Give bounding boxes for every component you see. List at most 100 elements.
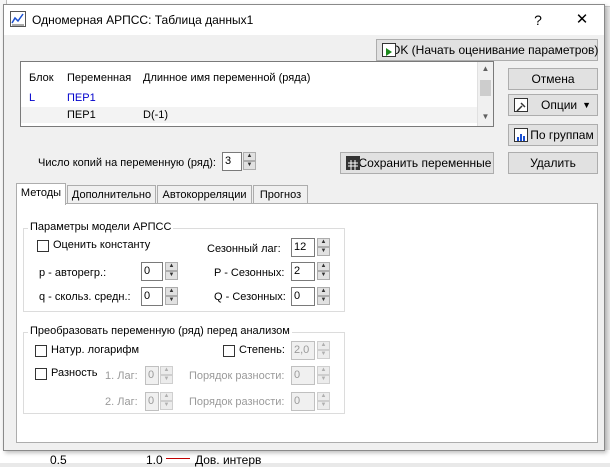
lag1-label: 1. Лаг: bbox=[105, 370, 138, 382]
decrement-icon[interactable]: ▼ bbox=[243, 161, 256, 170]
Q-seasonal-stepper[interactable]: ▲ ▼ bbox=[317, 287, 330, 306]
decrement-icon[interactable]: ▼ bbox=[317, 375, 330, 384]
order2-stepper[interactable]: ▲ ▼ bbox=[317, 392, 330, 411]
chevron-down-icon: ▼ bbox=[582, 100, 591, 110]
P-seasonal-input[interactable]: 2 bbox=[291, 262, 315, 281]
order1-label: Порядок разности: bbox=[189, 370, 285, 382]
p-stepper[interactable]: ▲ ▼ bbox=[165, 262, 178, 281]
title-bar[interactable]: Одномерная АРПСС: Таблица данных1 ? ✕ bbox=[4, 5, 604, 35]
increment-icon[interactable]: ▲ bbox=[317, 287, 330, 296]
q-stepper[interactable]: ▲ ▼ bbox=[165, 287, 178, 306]
lag2-stepper[interactable]: ▲ ▼ bbox=[160, 392, 173, 411]
q-label: q - скольз. средн.: bbox=[39, 291, 131, 303]
ok-button[interactable]: OK (Начать оценивание параметров) bbox=[376, 39, 598, 61]
by-groups-button[interactable]: По группам bbox=[508, 124, 598, 146]
column-header-block: Блок bbox=[29, 72, 54, 84]
lag1-input[interactable]: 0 bbox=[145, 366, 159, 385]
column-header-variable: Переменная bbox=[67, 72, 132, 84]
close-button[interactable]: ✕ bbox=[566, 9, 598, 31]
bg-value-1: 0.5 bbox=[50, 453, 67, 467]
decrement-icon[interactable]: ▼ bbox=[317, 247, 330, 256]
copies-input[interactable]: 3 bbox=[222, 152, 242, 171]
row-long-name: D(-1) bbox=[143, 109, 169, 121]
p-input[interactable]: 0 bbox=[141, 262, 163, 281]
P-seasonal-label: P - Сезонных: bbox=[214, 267, 285, 279]
arima-dialog: Одномерная АРПСС: Таблица данных1 ? ✕ OK… bbox=[3, 4, 605, 451]
Q-seasonal-label: Q - Сезонных: bbox=[214, 291, 286, 303]
bg-value-2: 1.0 bbox=[146, 453, 163, 467]
delete-button[interactable]: Удалить bbox=[508, 152, 598, 174]
power-stepper[interactable]: ▲ ▼ bbox=[317, 341, 330, 360]
row-block: L bbox=[29, 92, 36, 104]
row-variable: ПЕР1 bbox=[67, 92, 96, 104]
power-checkbox[interactable] bbox=[223, 345, 235, 357]
increment-icon[interactable]: ▲ bbox=[160, 392, 173, 401]
copies-stepper[interactable]: ▲ ▼ bbox=[243, 152, 256, 171]
scroll-thumb[interactable] bbox=[480, 80, 491, 96]
help-button[interactable]: ? bbox=[522, 9, 554, 31]
increment-icon[interactable]: ▲ bbox=[317, 262, 330, 271]
list-row[interactable]: ПЕР1 D(-1) bbox=[21, 107, 479, 123]
seasonal-lag-stepper[interactable]: ▲ ▼ bbox=[317, 238, 330, 257]
seasonal-lag-input[interactable]: 12 bbox=[291, 238, 315, 257]
decrement-icon[interactable]: ▼ bbox=[317, 271, 330, 280]
order1-stepper[interactable]: ▲ ▼ bbox=[317, 366, 330, 385]
estimate-constant-checkbox[interactable] bbox=[37, 240, 49, 252]
bg-value-3: Дов. интерв bbox=[195, 453, 262, 467]
list-row[interactable]: L ПЕР1 bbox=[21, 90, 479, 105]
natural-log-checkbox[interactable] bbox=[35, 345, 47, 357]
increment-icon[interactable]: ▲ bbox=[317, 341, 330, 350]
increment-icon[interactable]: ▲ bbox=[165, 287, 178, 296]
tab-forecast[interactable]: Прогноз bbox=[253, 185, 308, 204]
table-icon bbox=[346, 156, 360, 170]
methods-panel: Параметры модели АРПСС Оценить константу… bbox=[16, 203, 598, 443]
tab-methods[interactable]: Методы bbox=[16, 183, 66, 205]
p-label: p - авторегр.: bbox=[39, 267, 107, 279]
window-title: Одномерная АРПСС: Таблица данных1 bbox=[32, 13, 254, 27]
variables-list[interactable]: Блок Переменная Длинное имя переменной (… bbox=[20, 61, 494, 127]
cancel-button[interactable]: Отмена bbox=[508, 68, 598, 90]
lag2-input[interactable]: 0 bbox=[145, 392, 159, 411]
decrement-icon[interactable]: ▼ bbox=[165, 271, 178, 280]
save-variables-button[interactable]: Сохранить переменные bbox=[340, 152, 494, 174]
difference-label: Разность bbox=[51, 367, 98, 379]
Q-seasonal-input[interactable]: 0 bbox=[291, 287, 315, 306]
decrement-icon[interactable]: ▼ bbox=[317, 401, 330, 410]
decrement-icon[interactable]: ▼ bbox=[165, 296, 178, 305]
power-input[interactable]: 2,0 bbox=[291, 341, 315, 360]
P-seasonal-stepper[interactable]: ▲ ▼ bbox=[317, 262, 330, 281]
order2-input[interactable]: 0 bbox=[291, 392, 315, 411]
order1-input[interactable]: 0 bbox=[291, 366, 315, 385]
increment-icon[interactable]: ▲ bbox=[160, 366, 173, 375]
scroll-down-icon[interactable]: ▼ bbox=[480, 112, 491, 121]
list-scrollbar[interactable]: ▲ ▼ bbox=[477, 62, 493, 126]
natural-log-label: Натур. логарифм bbox=[51, 344, 140, 356]
power-label: Степень: bbox=[239, 344, 285, 356]
tab-autocorrelations[interactable]: Автокорреляции bbox=[157, 185, 252, 204]
lag1-stepper[interactable]: ▲ ▼ bbox=[160, 366, 173, 385]
increment-icon[interactable]: ▲ bbox=[317, 366, 330, 375]
tab-additional[interactable]: Дополнительно bbox=[67, 185, 156, 204]
scroll-up-icon[interactable]: ▲ bbox=[480, 64, 491, 73]
decrement-icon[interactable]: ▼ bbox=[160, 401, 173, 410]
options-button[interactable]: Опции ▼ bbox=[508, 94, 598, 116]
options-label: Опции bbox=[541, 98, 578, 112]
decrement-icon[interactable]: ▼ bbox=[160, 375, 173, 384]
decrement-icon[interactable]: ▼ bbox=[317, 296, 330, 305]
estimate-constant-label: Оценить константу bbox=[53, 239, 151, 251]
increment-icon[interactable]: ▲ bbox=[165, 262, 178, 271]
decrement-icon[interactable]: ▼ bbox=[317, 350, 330, 359]
q-input[interactable]: 0 bbox=[141, 287, 163, 306]
by-groups-label: По группам bbox=[530, 128, 594, 142]
save-variables-label: Сохранить переменные bbox=[358, 156, 492, 170]
ok-button-label: OK (Начать оценивание параметров) bbox=[391, 43, 599, 57]
increment-icon[interactable]: ▲ bbox=[317, 238, 330, 247]
lag2-label: 2. Лаг: bbox=[105, 396, 138, 408]
increment-icon[interactable]: ▲ bbox=[243, 152, 256, 161]
groups-icon bbox=[514, 128, 528, 142]
wrench-icon bbox=[514, 98, 528, 112]
background-app-bottom: 0.5 1.0 Дов. интерв bbox=[0, 450, 610, 467]
copies-label: Число копий на переменную (ряд): bbox=[38, 157, 216, 169]
increment-icon[interactable]: ▲ bbox=[317, 392, 330, 401]
difference-checkbox[interactable] bbox=[35, 368, 47, 380]
